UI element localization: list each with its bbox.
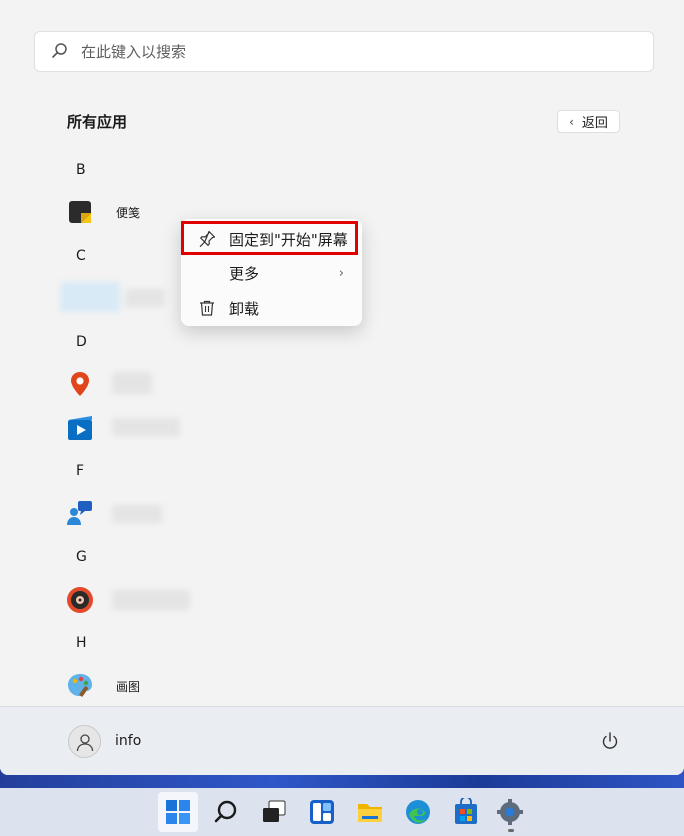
windows-start-icon[interactable]: [158, 792, 198, 832]
app-groove[interactable]: [66, 585, 94, 615]
menu-item-more[interactable]: 更多 ›: [181, 257, 362, 289]
chevron-right-icon: ›: [338, 265, 344, 281]
movies-tv-icon: [66, 414, 94, 442]
group-letter-h[interactable]: H: [76, 635, 87, 651]
user-name[interactable]: info: [115, 733, 141, 749]
running-indicator: [508, 829, 514, 832]
back-label: 返回: [581, 116, 608, 131]
chevron-left-icon: ‹: [569, 114, 574, 129]
back-button[interactable]: ‹ 返回: [557, 110, 620, 133]
app-icon-blurred: [60, 282, 120, 312]
app-label-blurred: [112, 372, 152, 394]
group-letter-g[interactable]: G: [76, 549, 87, 565]
power-icon: [602, 732, 618, 749]
user-power-bar: info: [0, 706, 684, 775]
search-placeholder: 在此键入以搜索: [81, 43, 187, 61]
search-icon[interactable]: [206, 792, 246, 832]
search-input[interactable]: 在此键入以搜索: [34, 31, 654, 72]
app-label-blurred: [112, 590, 190, 610]
avatar[interactable]: [68, 725, 101, 758]
user-icon: [76, 733, 93, 751]
app-movies-tv[interactable]: [66, 413, 94, 443]
group-letter-b[interactable]: B: [76, 162, 86, 178]
task-view-icon[interactable]: [254, 792, 294, 832]
app-sticky-notes[interactable]: 便笺: [66, 197, 140, 227]
app-label-blurred: [112, 418, 180, 436]
taskbar: [0, 788, 684, 836]
all-apps-heading: 所有应用: [67, 113, 128, 131]
power-button[interactable]: [598, 729, 622, 753]
highlight-box: [181, 221, 358, 255]
menu-item-label: 更多: [229, 264, 260, 283]
feedback-hub-icon: [66, 499, 94, 527]
settings-icon[interactable]: [490, 792, 530, 832]
store-icon[interactable]: [446, 792, 486, 832]
group-letter-d[interactable]: D: [76, 334, 87, 350]
start-menu: 在此键入以搜索 所有应用 ‹ 返回 B 便笺 C D F G H 画图 info: [0, 0, 684, 775]
app-feedback[interactable]: [66, 498, 94, 528]
app-label: 画图: [116, 679, 141, 694]
search-icon: [51, 42, 71, 62]
widgets-icon[interactable]: [302, 792, 342, 832]
edge-icon[interactable]: [398, 792, 438, 832]
menu-item-label: 卸载: [229, 299, 260, 318]
app-label-blurred: [125, 289, 165, 307]
file-explorer-icon[interactable]: [350, 792, 390, 832]
group-letter-f[interactable]: F: [76, 463, 84, 479]
app-label: 便笺: [116, 205, 141, 220]
maps-pin-icon: [66, 370, 94, 398]
menu-item-uninstall[interactable]: 卸载: [181, 292, 362, 324]
paint-icon: [66, 672, 94, 700]
sticky-notes-icon: [66, 198, 94, 226]
music-disc-icon: [66, 586, 94, 614]
app-paint[interactable]: 画图: [66, 671, 140, 701]
group-letter-c[interactable]: C: [76, 248, 86, 264]
app-label-blurred: [112, 505, 162, 523]
app-maps[interactable]: [66, 369, 94, 399]
trash-icon: [197, 298, 217, 318]
